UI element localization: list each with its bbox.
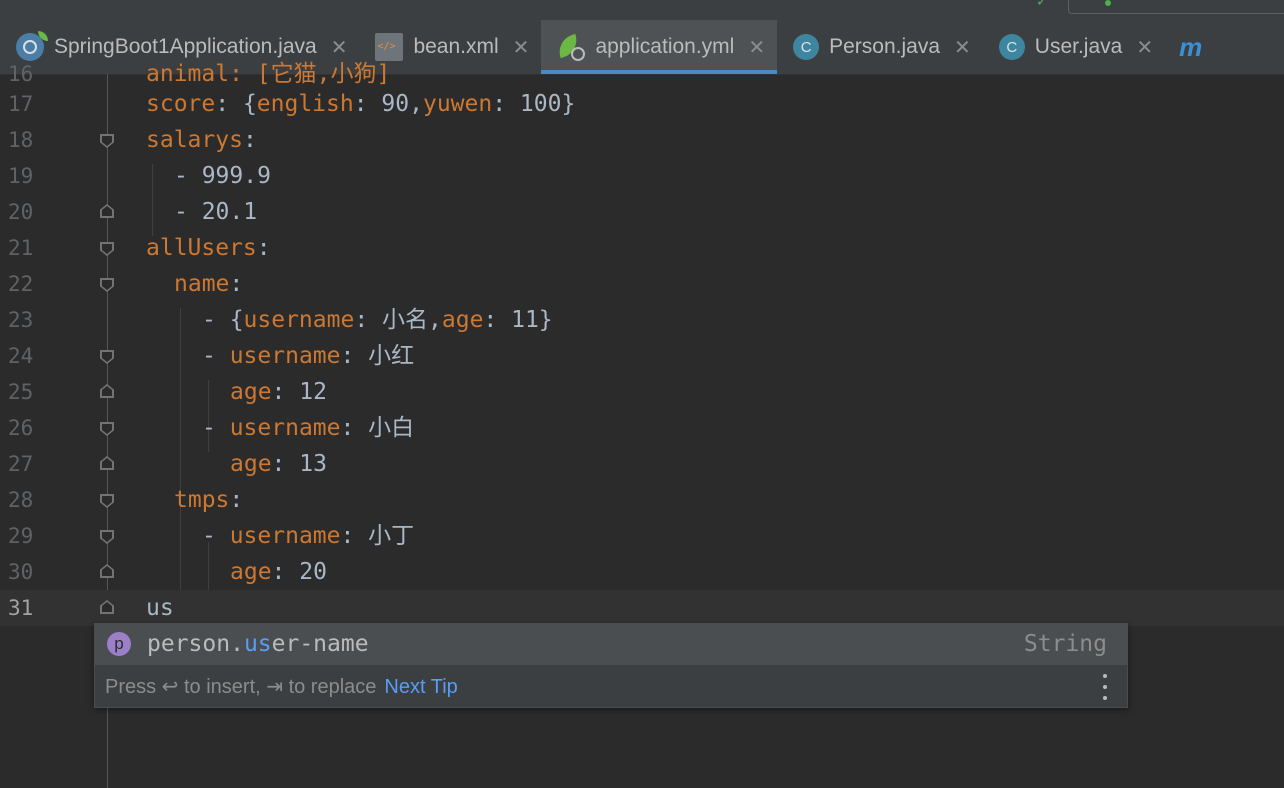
code-text: age: 13 (230, 451, 327, 477)
completion-item-text: person.user-name (147, 631, 369, 657)
line-number: 17 (8, 92, 34, 116)
completion-hint: Press ↩ to insert, ⇥ to replace Next Tip (105, 669, 458, 705)
line-number: 20 (8, 200, 34, 224)
line-number: 19 (8, 164, 34, 188)
line-number: 26 (8, 416, 34, 440)
line-number: 28 (8, 488, 34, 512)
line-number: 22 (8, 272, 34, 296)
code-text: - username: 小白 (202, 415, 415, 441)
code-text: us (146, 595, 174, 621)
code-completion-popup: p person.user-name String Press ↩ to ins… (94, 623, 1128, 708)
fold-marker-icon[interactable] (100, 530, 114, 544)
code-text: - username: 小红 (202, 343, 415, 369)
fold-end-icon[interactable] (100, 600, 114, 614)
property-icon: p (107, 632, 131, 656)
code-line: 27 age: 13 (0, 446, 1284, 482)
next-tip-link[interactable]: Next Tip (384, 676, 457, 698)
checkmark-icon: ✓ (1036, 0, 1048, 10)
code-text: - 999.9 (174, 163, 271, 189)
code-text: allUsers: (146, 235, 271, 261)
line-number: 18 (8, 128, 34, 152)
top-toolbar-strip: ✓ (0, 0, 1284, 20)
line-number: 21 (8, 236, 34, 260)
code-line: 21 allUsers: (0, 230, 1284, 266)
code-line: 19 - 999.9 (0, 158, 1284, 194)
code-text: tmps: (174, 487, 244, 513)
code-text: - username: 小丁 (202, 523, 415, 549)
fold-marker-icon[interactable] (100, 350, 114, 364)
code-text: - 20.1 (174, 199, 258, 225)
fold-end-icon[interactable] (100, 384, 114, 398)
code-line: 30 age: 20 (0, 554, 1284, 590)
code-line: 23 - {username: 小名,age: 11} (0, 302, 1284, 338)
run-status-icon (1105, 0, 1111, 6)
code-line: 18 salarys: (0, 122, 1284, 158)
code-text: score: {english: 90,yuwen: 100} (146, 91, 576, 117)
line-number: 24 (8, 344, 34, 368)
code-line: 22 name: (0, 266, 1284, 302)
line-number: 27 (8, 452, 34, 476)
code-text: age: 20 (230, 559, 327, 585)
code-line: 29 - username: 小丁 (0, 518, 1284, 554)
code-text: - {username: 小名,age: 11} (202, 307, 553, 333)
run-configuration-selector[interactable] (1068, 0, 1284, 14)
code-line: 20 - 20.1 (0, 194, 1284, 230)
code-line: 24 - username: 小红 (0, 338, 1284, 374)
fold-end-icon[interactable] (100, 456, 114, 470)
fold-marker-icon[interactable] (100, 278, 114, 292)
line-number: 31 (8, 596, 34, 620)
completion-item-type: String (1023, 631, 1107, 657)
line-number: 29 (8, 524, 34, 548)
line-number: 23 (8, 308, 34, 332)
fold-marker-icon[interactable] (100, 134, 114, 148)
line-number: 25 (8, 380, 34, 404)
line-number: 30 (8, 560, 34, 584)
more-options-icon[interactable] (1103, 674, 1107, 700)
code-line: 25 age: 12 (0, 374, 1284, 410)
fold-end-icon[interactable] (100, 564, 114, 578)
hint-text: Press ↩ to insert, ⇥ to replace (105, 676, 377, 698)
code-line: 26 - username: 小白 (0, 410, 1284, 446)
completion-item[interactable]: p person.user-name String (95, 624, 1127, 665)
code-text: age: 12 (230, 379, 327, 405)
code-line: 28 tmps: (0, 482, 1284, 518)
code-text: salarys: (146, 127, 257, 153)
code-line: 17 score: {english: 90,yuwen: 100} (0, 86, 1284, 122)
code-text: name: (174, 271, 244, 297)
fold-marker-icon[interactable] (100, 242, 114, 256)
fold-end-icon[interactable] (100, 204, 114, 218)
current-line: 31 us (0, 590, 1284, 626)
fold-marker-icon[interactable] (100, 494, 114, 508)
fold-marker-icon[interactable] (100, 422, 114, 436)
